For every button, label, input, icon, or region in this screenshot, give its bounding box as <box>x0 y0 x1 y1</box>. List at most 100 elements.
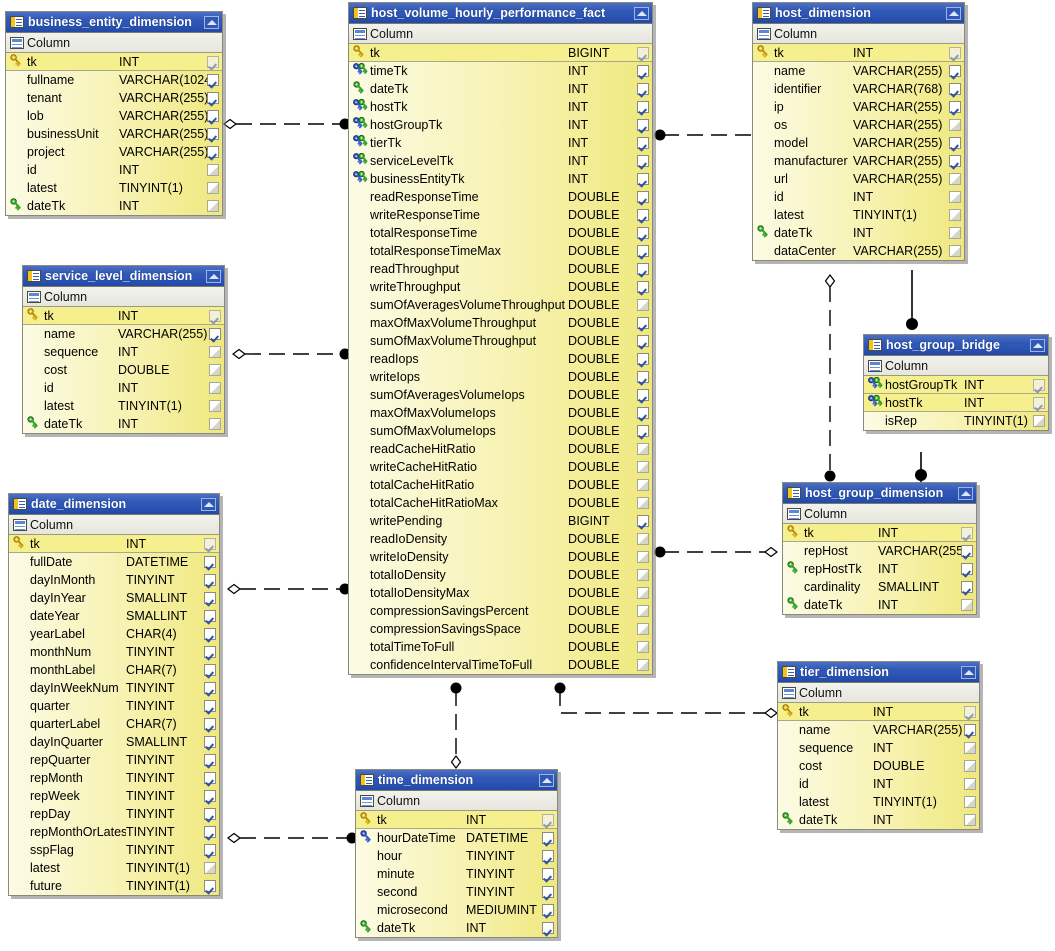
row-checkbox-cell[interactable] <box>633 551 649 563</box>
column-row[interactable]: quarter TINYINT <box>9 697 219 715</box>
table-titlebar[interactable]: tier_dimension <box>778 662 979 683</box>
row-checkbox-cell[interactable] <box>538 886 554 898</box>
row-checkbox-cell[interactable] <box>200 826 216 838</box>
row-checkbox-cell[interactable] <box>203 74 219 86</box>
checkbox-checked-icon[interactable] <box>204 718 216 730</box>
checkbox-checked-icon[interactable] <box>204 700 216 712</box>
row-checkbox-cell[interactable] <box>203 200 219 212</box>
column-row[interactable]: dayInYear SMALLINT <box>9 589 219 607</box>
checkbox-unchecked-icon[interactable] <box>209 382 221 394</box>
column-row[interactable]: dateTk INT <box>23 415 224 433</box>
column-row[interactable]: repMonthOrLatest TINYINT <box>9 823 219 841</box>
checkbox-checked-icon[interactable] <box>637 173 649 185</box>
column-row[interactable]: hostTk INT <box>349 98 652 116</box>
checkbox-unchecked-icon[interactable] <box>209 346 221 358</box>
checkbox-checked-icon[interactable] <box>207 128 219 140</box>
collapse-triangle-icon[interactable] <box>206 269 221 283</box>
column-row[interactable]: totalIoDensity DOUBLE <box>349 566 652 584</box>
column-row[interactable]: identifier VARCHAR(768) <box>753 80 964 98</box>
column-row[interactable]: hour TINYINT <box>356 847 557 865</box>
table-titlebar[interactable]: service_level_dimension <box>23 266 224 287</box>
row-checkbox-cell[interactable] <box>200 718 216 730</box>
column-row[interactable]: hostTk INT <box>864 394 1048 412</box>
column-row[interactable]: manufacturer VARCHAR(255) <box>753 152 964 170</box>
checkbox-checked-icon[interactable] <box>204 772 216 784</box>
row-checkbox-cell[interactable] <box>200 772 216 784</box>
column-row[interactable]: tierTk INT <box>349 134 652 152</box>
checkbox-unchecked-icon[interactable] <box>949 209 961 221</box>
column-row[interactable]: writeCacheHitRatio DOUBLE <box>349 458 652 476</box>
column-row[interactable]: hostGroupTk INT <box>349 116 652 134</box>
collapse-triangle-icon[interactable] <box>634 6 649 20</box>
table-titlebar[interactable]: host_group_dimension <box>783 483 976 504</box>
checkbox-checked-icon[interactable] <box>204 754 216 766</box>
row-checkbox-cell[interactable] <box>633 227 649 239</box>
column-row[interactable]: second TINYINT <box>356 883 557 901</box>
column-row[interactable]: sequence INT <box>23 343 224 361</box>
row-checkbox-cell[interactable] <box>203 164 219 176</box>
column-row[interactable]: tk INT <box>783 524 976 542</box>
column-row[interactable]: latest TINYINT(1) <box>9 859 219 877</box>
table-titlebar[interactable]: host_group_bridge <box>864 335 1048 356</box>
row-checkbox-cell[interactable] <box>945 83 961 95</box>
column-row[interactable]: compressionSavingsPercent DOUBLE <box>349 602 652 620</box>
column-row[interactable]: writeIoDensity DOUBLE <box>349 548 652 566</box>
table-host_volume_hourly_performance_fact[interactable]: host_volume_hourly_performance_fact Colum… <box>348 2 653 675</box>
column-row[interactable]: totalResponseTime DOUBLE <box>349 224 652 242</box>
checkbox-unchecked-icon[interactable] <box>207 182 219 194</box>
column-row[interactable]: hostGroupTk INT <box>864 376 1048 394</box>
column-row[interactable]: businessUnit VARCHAR(255) <box>6 125 222 143</box>
column-row[interactable]: repMonth TINYINT <box>9 769 219 787</box>
table-service_level_dimension[interactable]: service_level_dimension Column tk INT name VA… <box>22 265 225 434</box>
row-checkbox-cell[interactable] <box>633 587 649 599</box>
column-row[interactable]: tk BIGINT <box>349 44 652 62</box>
row-checkbox-cell[interactable] <box>960 778 976 790</box>
column-row[interactable]: confidenceIntervalTimeToFull DOUBLE <box>349 656 652 674</box>
row-checkbox-cell[interactable] <box>633 83 649 95</box>
column-row[interactable]: latest TINYINT(1) <box>23 397 224 415</box>
column-row[interactable]: maxOfMaxVolumeIops DOUBLE <box>349 404 652 422</box>
row-checkbox-cell[interactable] <box>633 137 649 149</box>
row-checkbox-cell[interactable] <box>205 346 221 358</box>
row-checkbox-cell[interactable] <box>633 443 649 455</box>
checkbox-checked-icon[interactable] <box>949 101 961 113</box>
column-row[interactable]: repQuarter TINYINT <box>9 751 219 769</box>
checkbox-checked-icon[interactable] <box>637 137 649 149</box>
column-row[interactable]: dateTk INT <box>783 596 976 614</box>
checkbox-checked-icon[interactable] <box>964 724 976 736</box>
column-row[interactable]: repDay TINYINT <box>9 805 219 823</box>
collapse-triangle-icon[interactable] <box>1030 338 1045 352</box>
checkbox-unchecked-icon[interactable] <box>207 200 219 212</box>
table-host_group_dimension[interactable]: host_group_dimension Column tk INT repHost VA… <box>782 482 977 615</box>
checkbox-unchecked-icon[interactable] <box>637 623 649 635</box>
column-row[interactable]: yearLabel CHAR(4) <box>9 625 219 643</box>
row-checkbox-cell[interactable] <box>203 110 219 122</box>
column-row[interactable]: tk INT <box>356 811 557 829</box>
column-row[interactable]: totalResponseTimeMax DOUBLE <box>349 242 652 260</box>
column-row[interactable]: dateTk INT <box>6 197 222 215</box>
checkbox-checked-disabled-icon[interactable] <box>542 813 554 826</box>
checkbox-checked-icon[interactable] <box>209 328 221 340</box>
checkbox-unchecked-icon[interactable] <box>209 418 221 430</box>
checkbox-unchecked-icon[interactable] <box>637 443 649 455</box>
checkbox-unchecked-icon[interactable] <box>637 641 649 653</box>
table-titlebar[interactable]: host_volume_hourly_performance_fact <box>349 3 652 24</box>
row-checkbox-cell[interactable] <box>538 922 554 934</box>
checkbox-checked-icon[interactable] <box>204 790 216 802</box>
column-row[interactable]: totalCacheHitRatio DOUBLE <box>349 476 652 494</box>
column-row[interactable]: writeResponseTime DOUBLE <box>349 206 652 224</box>
rel-service-level-fact[interactable] <box>232 348 351 360</box>
column-row[interactable]: tk INT <box>9 535 219 553</box>
row-checkbox-cell[interactable] <box>945 65 961 77</box>
checkbox-checked-icon[interactable] <box>961 581 973 593</box>
column-row[interactable]: lob VARCHAR(255) <box>6 107 222 125</box>
column-row[interactable]: dateTk INT <box>778 811 979 829</box>
row-checkbox-cell[interactable] <box>633 407 649 419</box>
column-row[interactable]: totalIoDensityMax DOUBLE <box>349 584 652 602</box>
column-row[interactable]: name VARCHAR(255) <box>778 721 979 739</box>
column-row[interactable]: totalTimeToFull DOUBLE <box>349 638 652 656</box>
checkbox-checked-icon[interactable] <box>204 628 216 640</box>
row-checkbox-cell[interactable] <box>960 796 976 808</box>
row-checkbox-cell[interactable] <box>945 155 961 167</box>
row-checkbox-cell[interactable] <box>200 537 216 550</box>
